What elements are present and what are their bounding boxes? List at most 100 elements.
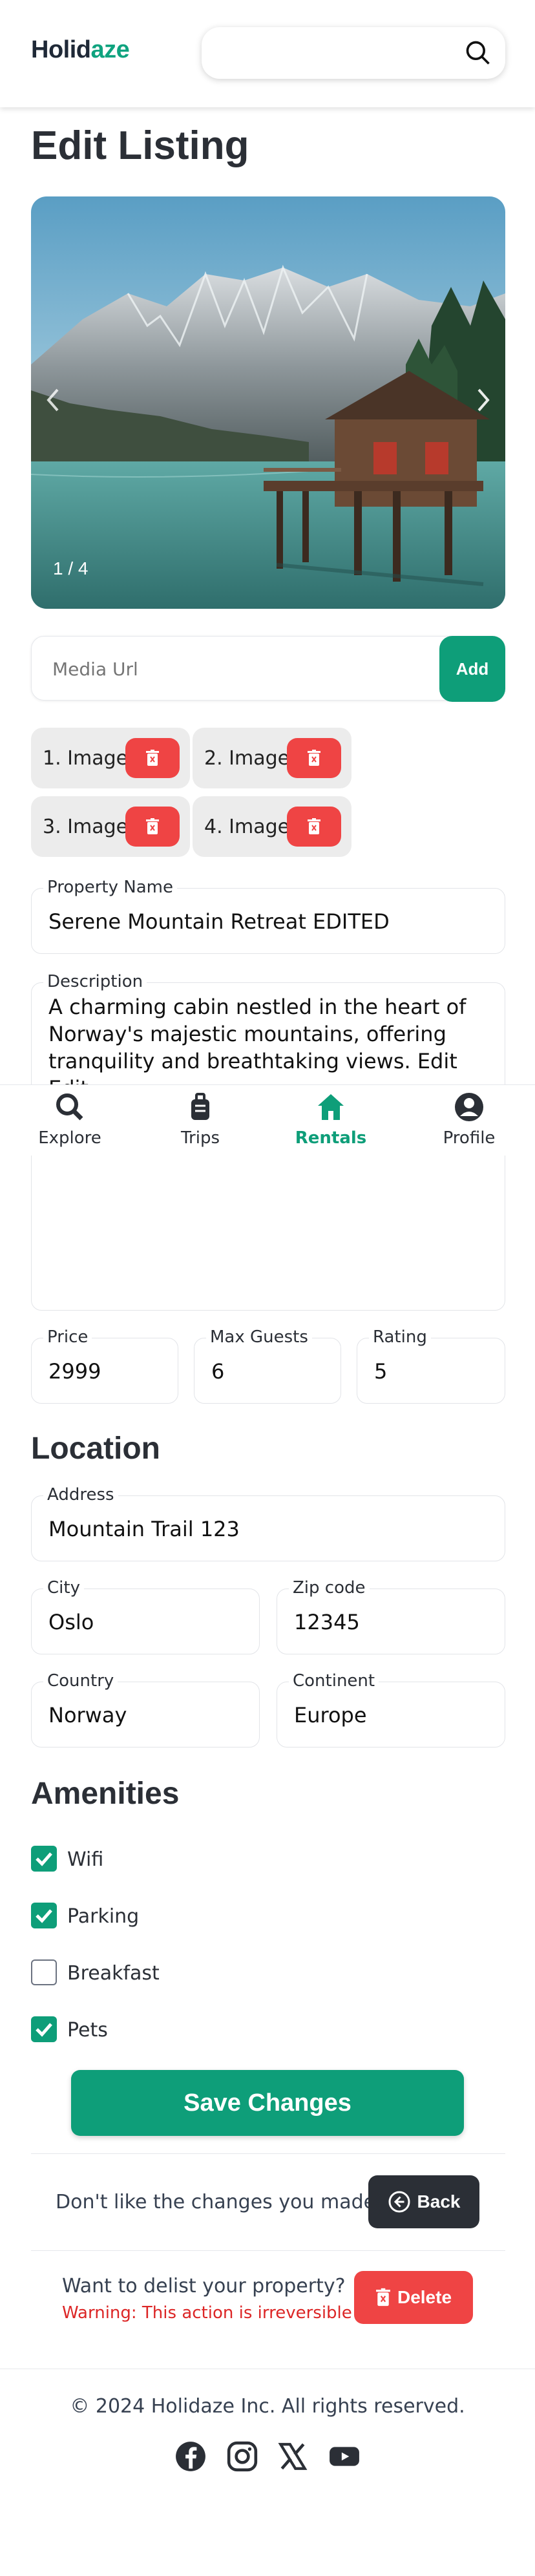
image-chip: 4. Image (193, 796, 351, 857)
city-value[interactable]: Oslo (48, 1610, 94, 1634)
image-chip-label: 4. Image (204, 816, 290, 838)
divider (31, 2153, 505, 2154)
address-value[interactable]: Mountain Trail 123 (48, 1517, 240, 1541)
divider (31, 2250, 505, 2251)
image-chip: 3. Image (31, 796, 190, 857)
remove-image-button[interactable] (287, 738, 341, 778)
amenity-label: Wifi (67, 1848, 104, 1871)
city-label: City (43, 1578, 84, 1598)
facebook-icon[interactable] (174, 2440, 207, 2473)
search-input[interactable] (217, 40, 463, 66)
max-guests-value[interactable]: 6 (211, 1359, 224, 1384)
country-field[interactable]: Country Norway (31, 1671, 260, 1747)
rating-value[interactable]: 5 (374, 1359, 387, 1384)
luggage-icon (191, 1093, 209, 1120)
rating-field[interactable]: Rating 5 (357, 1327, 505, 1404)
trash-icon (146, 750, 159, 766)
carousel-next-button[interactable] (470, 384, 496, 416)
rating-label: Rating (369, 1327, 431, 1347)
amenity-label: Parking (67, 1905, 140, 1928)
nav-item-trips[interactable]: Trips (162, 1092, 239, 1148)
remove-image-button[interactable] (287, 807, 341, 847)
amenities-heading: Amenities (31, 1777, 180, 1811)
location-heading: Location (31, 1431, 160, 1466)
back-button[interactable]: Back (368, 2175, 479, 2228)
remove-image-button[interactable] (125, 807, 180, 847)
carousel-counter: 1 / 4 (53, 558, 89, 578)
delete-button[interactable]: Delete (354, 2271, 473, 2324)
carousel-prev-button[interactable] (40, 384, 66, 416)
address-label: Address (43, 1485, 118, 1504)
copyright: © 2024 Holidaze Inc. All rights reserved… (70, 2395, 465, 2418)
search-icon[interactable] (464, 39, 492, 70)
zip-label: Zip code (289, 1578, 370, 1598)
nav-label: Profile (443, 1128, 496, 1148)
trash-icon (308, 818, 320, 834)
nav-label: Rentals (295, 1128, 367, 1148)
x-icon[interactable] (277, 2440, 309, 2473)
image-chip-label: 1. Image (43, 747, 129, 770)
city-field[interactable]: City Oslo (31, 1578, 260, 1654)
price-value[interactable]: 2999 (48, 1359, 101, 1384)
listing-photo (31, 196, 505, 609)
logo[interactable]: Holidaze (31, 36, 130, 64)
trash-icon (146, 818, 159, 834)
image-chip: 2. Image (193, 728, 351, 788)
price-label: Price (43, 1327, 92, 1347)
trash-icon (308, 750, 320, 766)
media-url-field: Add (31, 636, 505, 702)
checkbox-checked[interactable] (31, 1903, 57, 1928)
property-name-value[interactable]: Serene Mountain Retreat EDITED (48, 909, 390, 934)
media-url-input[interactable] (52, 656, 414, 682)
add-media-button[interactable]: Add (439, 636, 505, 702)
trash-icon (376, 2288, 390, 2307)
nav-label: Explore (38, 1128, 101, 1148)
description-label: Description (43, 972, 147, 991)
search-icon (56, 1093, 83, 1121)
nav-item-profile[interactable]: Profile (430, 1092, 508, 1148)
header: Holidaze (0, 0, 535, 107)
save-changes-button[interactable]: Save Changes (71, 2070, 464, 2136)
max-guests-label: Max Guests (206, 1327, 312, 1347)
instagram-icon[interactable] (226, 2440, 258, 2473)
search-bar[interactable] (202, 27, 505, 79)
delist-prompt: Want to delist your property? (62, 2275, 346, 2297)
back-label: Back (417, 2191, 461, 2212)
image-chip-label: 3. Image (43, 816, 129, 838)
user-circle-icon (455, 1093, 483, 1121)
amenity-label: Breakfast (67, 1962, 160, 1985)
checkbox-checked[interactable] (31, 2016, 57, 2042)
continent-value[interactable]: Europe (294, 1703, 367, 1727)
zip-value[interactable]: 12345 (294, 1610, 360, 1634)
property-name-label: Property Name (43, 878, 177, 897)
price-field[interactable]: Price 2999 (31, 1327, 178, 1404)
footer: © 2024 Holidaze Inc. All rights reserved… (0, 2369, 535, 2576)
checkbox-unchecked[interactable] (31, 1959, 57, 1985)
image-carousel[interactable]: 1 / 4 (31, 196, 505, 609)
country-value[interactable]: Norway (48, 1703, 127, 1727)
continent-field[interactable]: Continent Europe (277, 1671, 505, 1747)
property-name-field[interactable]: Property Name Serene Mountain Retreat ED… (31, 878, 505, 954)
address-field[interactable]: Address Mountain Trail 123 (31, 1485, 505, 1561)
delete-label: Delete (397, 2287, 452, 2307)
remove-image-button[interactable] (125, 738, 180, 778)
max-guests-field[interactable]: Max Guests 6 (194, 1327, 341, 1404)
zip-field[interactable]: Zip code 12345 (277, 1578, 505, 1654)
arrow-left-circle-icon (388, 2191, 410, 2213)
country-label: Country (43, 1671, 118, 1691)
image-chip: 1. Image (31, 728, 190, 788)
amenity-label: Pets (67, 2019, 108, 2042)
nav-item-rentals[interactable]: Rentals (292, 1092, 370, 1148)
youtube-icon[interactable] (328, 2440, 361, 2473)
check-icon (36, 1909, 52, 1923)
image-chip-label: 2. Image (204, 747, 290, 770)
page-title: Edit Listing (31, 123, 249, 168)
delist-warning: Warning: This action is irreversible (62, 2303, 352, 2323)
check-icon (36, 2023, 52, 2037)
nav-label: Trips (180, 1128, 220, 1148)
continent-label: Continent (289, 1671, 379, 1691)
nav-item-explore[interactable]: Explore (31, 1092, 109, 1148)
checkbox-checked[interactable] (31, 1846, 57, 1872)
home-icon (318, 1094, 344, 1120)
undo-prompt: Don't like the changes you made? (56, 2191, 386, 2213)
